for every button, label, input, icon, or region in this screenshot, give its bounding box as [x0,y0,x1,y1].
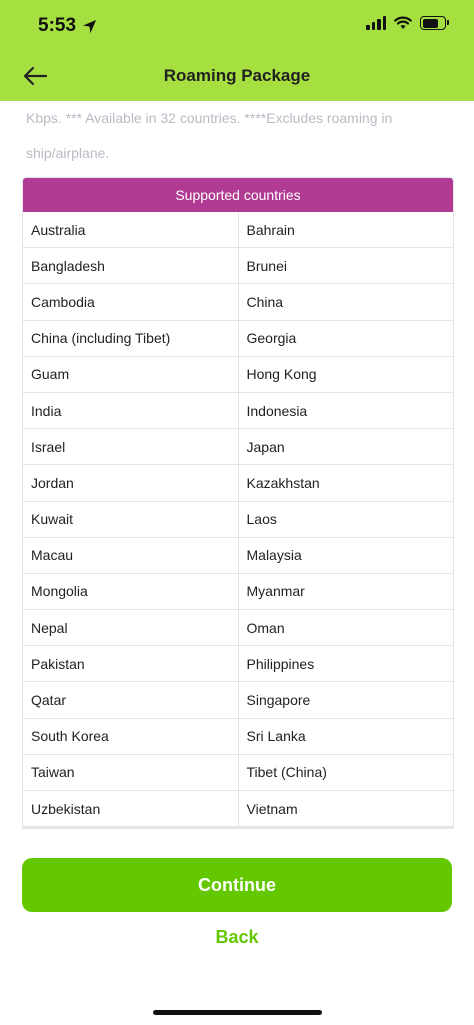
country-cell: Mongolia [31,583,88,600]
table-row: Israel Japan [23,428,454,465]
status-icons [366,16,449,30]
table-row: Jordan Kazakhstan [23,464,454,501]
signal-icon [366,16,386,30]
country-cell: Macau [31,547,74,564]
country-cell: India [31,402,62,419]
table-row: China (including Tibet) Georgia [23,319,454,356]
country-cell: Brunei [237,248,454,284]
country-cell: Georgia [237,320,454,356]
country-cell: China [237,284,454,320]
roaming-note: Kbps. *** Available in 32 countries. ***… [26,110,393,161]
country-cell: Qatar [31,692,67,709]
country-cell: China (including Tibet) [31,330,171,347]
country-cell: Japan [237,429,454,465]
country-cell: Indonesia [237,392,454,429]
wifi-icon [394,16,412,29]
country-cell: Laos [237,501,454,537]
table-row: Bangladesh Brunei [23,247,454,284]
table-row: India Indonesia [23,391,454,429]
country-cell: Hong Kong [237,356,454,392]
table-row: Kuwait Laos [23,500,454,537]
country-cell: Nepal [31,619,68,636]
table-row: Taiwan Tibet (China) [23,753,454,790]
table-row: Macau Malaysia [23,536,454,573]
table-body: Australia Bahrain Bangladesh Brunei Cambodia… [23,212,454,827]
country-cell: South Korea [31,728,109,745]
country-cell: Uzbekistan [31,800,101,817]
table-row: Qatar Singapore [23,681,454,718]
country-cell: Taiwan [31,764,75,781]
country-cell: Kazakhstan [237,465,454,501]
supported-countries-table: Supported countries Australia Bahrain Bang… [22,177,454,830]
location-arrow-icon [82,19,97,33]
country-cell: Guam [31,366,70,383]
country-cell: Australia [31,221,86,238]
status-time-text: 5:53 [38,15,77,36]
country-cell: Cambodia [31,293,95,310]
table-header: Supported countries [23,178,453,212]
battery-icon [420,16,449,30]
table-row: Mongolia Myanmar [23,572,454,610]
status-time: 5:53 [38,15,97,37]
country-cell: Oman [237,610,454,646]
country-cell: Singapore [237,682,454,718]
page-title: Roaming Package [163,66,311,85]
table-row: Nepal Oman [23,609,454,646]
country-cell: Malaysia [237,537,454,573]
table-row: South Korea Sri Lanka [23,717,454,754]
table-row: Uzbekistan Vietnam [23,790,454,827]
country-cell: Bahrain [237,212,454,248]
country-cell: Pakistan [31,655,85,672]
table-row: Cambodia China [23,283,454,320]
home-indicator [153,1010,322,1015]
country-cell: Vietnam [237,791,454,827]
app-header: 5:53 Roaming Package [0,0,474,101]
back-button[interactable]: Back [0,927,474,948]
table-row: Guam Hong Kong [23,355,454,392]
country-cell: Philippines [237,646,454,682]
table-row: Pakistan Philippines [23,645,454,682]
country-cell: Tibet (China) [237,754,454,790]
country-cell: Israel [31,438,66,455]
country-cell: Kuwait [31,511,74,528]
country-cell: Sri Lanka [237,718,454,754]
table-row: Australia Bahrain [23,212,454,248]
country-cell: Myanmar [237,573,454,610]
continue-button[interactable]: Continue [22,858,452,912]
country-cell: Jordan [31,474,74,491]
country-cell: Bangladesh [31,257,105,274]
